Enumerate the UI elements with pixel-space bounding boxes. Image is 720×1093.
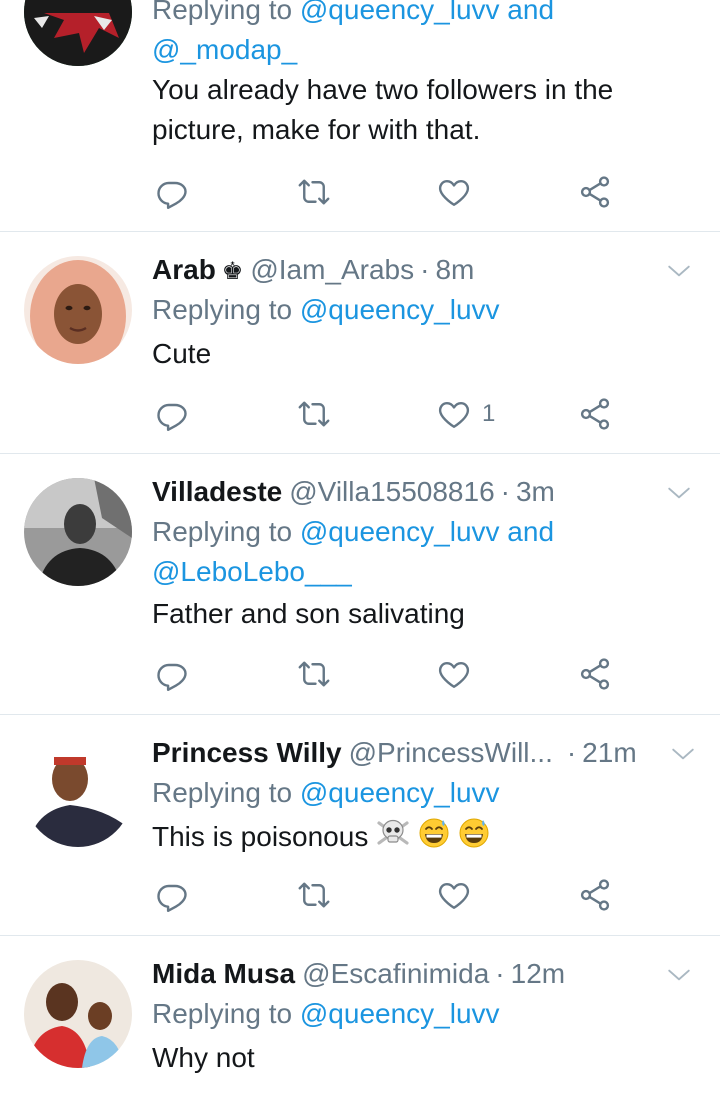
grinning-sweat-icon <box>418 817 450 860</box>
mention-link[interactable]: @queency_luvv <box>300 294 500 325</box>
user-handle[interactable]: @Villa15508816 <box>289 472 494 512</box>
avatar[interactable] <box>24 739 132 847</box>
timestamp[interactable]: 12m <box>511 954 565 994</box>
tweet[interactable]: Mida Musa @Escafinimida · 12m Replying t… <box>0 936 720 1093</box>
display-name[interactable]: Villadeste <box>152 472 282 512</box>
chevron-down-icon[interactable] <box>666 258 692 284</box>
display-name[interactable]: Arab <box>152 250 216 290</box>
replying-label: Replying to <box>152 0 293 25</box>
reply-button[interactable] <box>154 654 190 694</box>
tweet-header: Mida Musa @Escafinimida · 12m <box>152 954 700 994</box>
replying-to: Replying to @queency_luvv and <box>152 0 700 30</box>
share-button[interactable] <box>577 394 613 434</box>
share-button[interactable] <box>577 654 613 694</box>
mention-link[interactable]: @queency_luvv and <box>300 516 554 547</box>
replying-to: Replying to @queency_luvv and <box>152 512 700 552</box>
separator: · <box>566 737 577 768</box>
retweet-button[interactable] <box>296 394 332 434</box>
chevron-down-icon[interactable] <box>666 962 692 988</box>
tweet[interactable]: Villadeste @Villa15508816 · 3m Replying … <box>0 454 720 715</box>
like-count: 1 <box>482 400 496 427</box>
share-button[interactable] <box>577 172 613 212</box>
tweet-text: You already have two followers in the pi… <box>152 74 614 145</box>
mention-link[interactable]: @queency_luvv <box>300 777 500 808</box>
retweet-icon <box>296 396 332 432</box>
tweet-header: Princess Willy @PrincessWill... · 21m <box>152 733 700 773</box>
separator: · <box>500 476 510 507</box>
replying-label: Replying to <box>152 516 293 547</box>
replying-to: Replying to @queency_luvv <box>152 994 700 1034</box>
reply-icon <box>154 396 190 432</box>
display-name[interactable]: Mida Musa <box>152 954 295 994</box>
avatar[interactable] <box>24 960 132 1068</box>
timestamp[interactable]: 8m <box>435 250 474 290</box>
tweet-text: Why not <box>152 1042 255 1073</box>
replying-label: Replying to <box>152 777 293 808</box>
tweet-header: Villadeste @Villa15508816 · 3m <box>152 472 700 512</box>
reply-button[interactable] <box>154 875 190 915</box>
like-icon <box>436 656 472 692</box>
chevron-down-icon[interactable] <box>666 480 692 506</box>
tweet-header: Arab ♚ @Iam_Arabs · 8m <box>152 250 700 290</box>
retweet-icon <box>296 174 332 210</box>
user-handle[interactable]: @Escafinimida <box>302 954 489 994</box>
retweet-button[interactable] <box>296 875 332 915</box>
tweet-text: Cute <box>152 338 212 369</box>
tweet-text: This is poisonous <box>152 821 369 852</box>
share-icon <box>577 396 613 432</box>
tweet[interactable]: Replying to @queency_luvv and @_modap_ Y… <box>0 0 720 232</box>
like-icon <box>436 174 472 210</box>
retweet-icon <box>296 877 332 913</box>
avatar[interactable] <box>24 256 132 364</box>
skull-icon <box>376 817 410 860</box>
avatar[interactable] <box>24 0 132 66</box>
reply-icon <box>154 656 190 692</box>
like-button[interactable] <box>436 875 472 915</box>
tweet[interactable]: Arab ♚ @Iam_Arabs · 8m Replying to @quee… <box>0 232 720 454</box>
reply-icon <box>154 877 190 913</box>
user-handle[interactable]: @Iam_Arabs <box>250 250 414 290</box>
like-button[interactable]: 1 <box>436 394 495 434</box>
share-icon <box>577 174 613 210</box>
timestamp[interactable]: 21m <box>582 733 636 773</box>
chevron-down-icon[interactable] <box>670 741 696 767</box>
reply-button[interactable] <box>154 394 190 434</box>
like-button[interactable] <box>436 172 472 212</box>
display-name[interactable]: Princess Willy <box>152 733 342 773</box>
retweet-icon <box>296 656 332 692</box>
replying-label: Replying to <box>152 294 293 325</box>
timestamp[interactable]: 3m <box>516 472 555 512</box>
crown-icon: ♚ <box>221 258 244 285</box>
avatar[interactable] <box>24 478 132 586</box>
reply-icon <box>154 174 190 210</box>
mention-link[interactable]: @_modap_ <box>152 34 297 65</box>
replying-to: Replying to @queency_luvv <box>152 773 700 813</box>
mention-link[interactable]: @queency_luvv and <box>300 0 554 25</box>
retweet-button[interactable] <box>296 172 332 212</box>
mention-link[interactable]: @LeboLebo___ <box>152 556 352 587</box>
like-icon <box>436 877 472 913</box>
grinning-sweat-icon <box>458 817 490 860</box>
reply-button[interactable] <box>154 172 190 212</box>
share-icon <box>577 877 613 913</box>
separator: · <box>495 958 505 989</box>
tweet[interactable]: Princess Willy @PrincessWill... · 21m Re… <box>0 715 720 936</box>
retweet-button[interactable] <box>296 654 332 694</box>
like-icon <box>436 396 472 432</box>
like-button[interactable] <box>436 654 472 694</box>
share-icon <box>577 656 613 692</box>
share-button[interactable] <box>577 875 613 915</box>
user-handle[interactable]: @PrincessWill... <box>349 733 553 773</box>
mention-link[interactable]: @queency_luvv <box>300 998 500 1029</box>
tweet-body: This is poisonous <box>152 817 700 860</box>
replying-label: Replying to <box>152 998 293 1029</box>
tweet-text: Father and son salivating <box>152 598 465 629</box>
replying-to: Replying to @queency_luvv <box>152 290 700 330</box>
separator: · <box>420 254 430 285</box>
